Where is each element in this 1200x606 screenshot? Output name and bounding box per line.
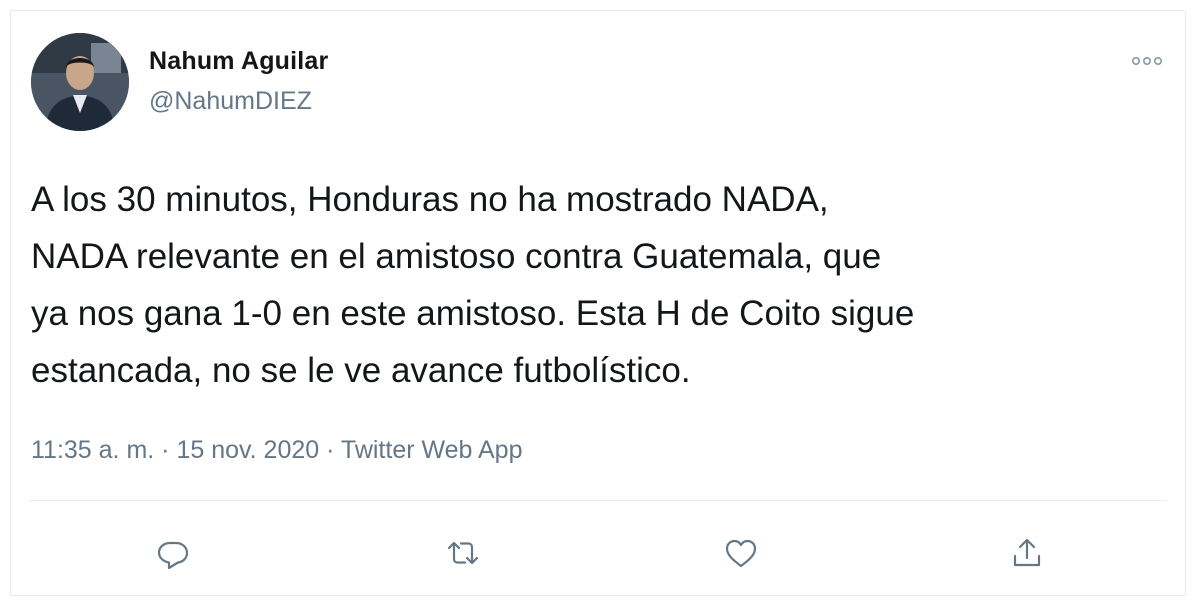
profile-photo-icon [31, 33, 129, 131]
tweet-text: A los 30 minutos, Honduras no ha mostrad… [31, 180, 915, 390]
tweet-source[interactable]: Twitter Web App [341, 436, 523, 464]
tweet-metadata: 11:35 a. m. · 15 nov. 2020 · Twitter Web… [31, 436, 523, 465]
tweet-card: Nahum Aguilar @NahumDIEZ A los 30 minuto… [10, 10, 1186, 596]
avatar[interactable] [31, 33, 129, 131]
reply-icon[interactable] [153, 533, 193, 573]
action-bar [11, 501, 1185, 597]
retweet-icon[interactable] [443, 533, 483, 573]
meta-separator: · [154, 436, 177, 464]
like-icon[interactable] [721, 533, 761, 573]
meta-separator: · [319, 436, 341, 464]
author-name[interactable]: Nahum Aguilar [149, 47, 328, 76]
share-icon[interactable] [1007, 533, 1047, 573]
tweet-time[interactable]: 11:35 a. m. [31, 436, 154, 464]
tweet-date[interactable]: 15 nov. 2020 [176, 436, 319, 464]
more-options-icon[interactable] [1129, 51, 1165, 71]
author-handle[interactable]: @NahumDIEZ [149, 87, 312, 116]
